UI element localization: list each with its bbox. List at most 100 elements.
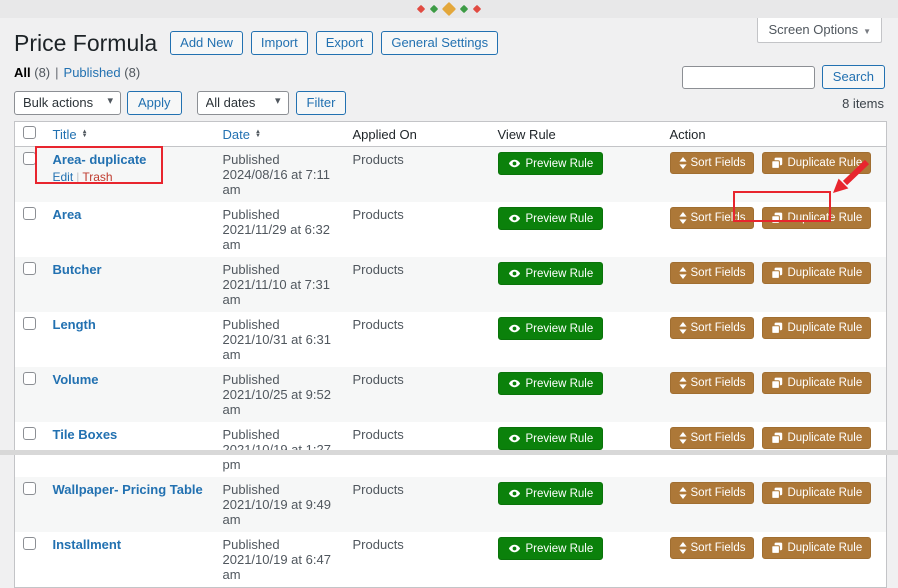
row-checkbox[interactable] — [23, 482, 36, 495]
publish-status: Published — [223, 207, 337, 222]
duplicate-rule-button[interactable]: Duplicate Rule — [762, 207, 871, 229]
date-cell: Published2021/10/31 at 6:31 am — [215, 312, 345, 367]
row-actions-separator: | — [76, 170, 79, 184]
row-actions: Edit|Trash — [53, 170, 207, 185]
rule-title-link[interactable]: Butcher — [53, 262, 102, 277]
gold-diamond-icon — [442, 2, 456, 16]
filter-published-link[interactable]: Published (8) — [64, 65, 141, 80]
row-checkbox[interactable] — [23, 537, 36, 550]
preview-rule-button[interactable]: Preview Rule — [498, 262, 604, 285]
select-all-checkbox[interactable] — [23, 126, 36, 139]
add-new-button[interactable]: Add New — [170, 31, 243, 55]
sort-icon — [679, 212, 687, 224]
bulk-actions-select[interactable]: Bulk actions — [14, 91, 121, 115]
preview-rule-button[interactable]: Preview Rule — [498, 317, 604, 340]
row-checkbox[interactable] — [23, 372, 36, 385]
row-checkbox[interactable] — [23, 262, 36, 275]
duplicate-icon — [771, 487, 783, 499]
window-top-strip — [0, 0, 898, 18]
preview-rule-button[interactable]: Preview Rule — [498, 152, 604, 175]
search-input[interactable] — [682, 66, 815, 89]
eye-icon — [508, 377, 521, 390]
publish-status: Published — [223, 317, 337, 332]
sort-fields-button[interactable]: Sort Fields — [670, 427, 755, 449]
sort-fields-button[interactable]: Sort Fields — [670, 207, 755, 229]
duplicate-rule-button[interactable]: Duplicate Rule — [762, 537, 871, 559]
table-row: AreaPublished2021/11/29 at 6:32 amProduc… — [15, 202, 887, 257]
import-button[interactable]: Import — [251, 31, 308, 55]
filter-button[interactable]: Filter — [296, 91, 347, 115]
sort-fields-button[interactable]: Sort Fields — [670, 152, 755, 174]
sort-fields-button[interactable]: Sort Fields — [670, 262, 755, 284]
row-checkbox[interactable] — [23, 152, 36, 165]
rule-title-link[interactable]: Volume — [53, 372, 99, 387]
rule-title-link[interactable]: Length — [53, 317, 96, 332]
publish-date: 2021/11/29 at 6:32 am — [223, 222, 337, 252]
preview-rule-button[interactable]: Preview Rule — [498, 427, 604, 450]
sort-fields-button[interactable]: Sort Fields — [670, 537, 755, 559]
rule-title-link[interactable]: Installment — [53, 537, 122, 552]
duplicate-icon — [771, 322, 783, 334]
duplicate-rule-button[interactable]: Duplicate Rule — [762, 317, 871, 339]
applied-on-cell: Products — [345, 477, 490, 532]
column-header-applied-on: Applied On — [345, 122, 490, 147]
row-checkbox[interactable] — [23, 317, 36, 330]
date-cell: Published2021/10/19 at 6:47 am — [215, 532, 345, 588]
row-checkbox[interactable] — [23, 207, 36, 220]
applied-on-cell: Products — [345, 312, 490, 367]
sort-by-title[interactable]: Title▲▼ — [53, 127, 88, 142]
sort-icon — [679, 322, 687, 334]
date-cell: Published2021/10/25 at 9:52 am — [215, 367, 345, 422]
duplicate-rule-button[interactable]: Duplicate Rule — [762, 152, 871, 174]
publish-status: Published — [223, 372, 337, 387]
search-button[interactable]: Search — [822, 65, 885, 89]
trash-link[interactable]: Trash — [82, 170, 112, 184]
duplicate-rule-button[interactable]: Duplicate Rule — [762, 262, 871, 284]
sort-fields-button[interactable]: Sort Fields — [670, 317, 755, 339]
bulk-actions-select-wrap: Bulk actions — [14, 91, 121, 115]
publish-date: 2021/10/31 at 6:31 am — [223, 332, 337, 362]
rule-title-link[interactable]: Area — [53, 207, 82, 222]
preview-rule-button[interactable]: Preview Rule — [498, 537, 604, 560]
sort-by-date[interactable]: Date▲▼ — [223, 127, 261, 142]
page-content: Price Formula Add New Import Export Gene… — [0, 18, 898, 588]
date-cell: Published2021/11/10 at 7:31 am — [215, 257, 345, 312]
sort-fields-button[interactable]: Sort Fields — [670, 482, 755, 504]
title-row: Price Formula Add New Import Export Gene… — [14, 28, 886, 58]
table-toolbar: Bulk actions Apply All dates Filter 8 it… — [14, 91, 886, 115]
sort-icon — [679, 487, 687, 499]
duplicate-icon — [771, 267, 783, 279]
export-button[interactable]: Export — [316, 31, 374, 55]
dates-select[interactable]: All dates — [197, 91, 289, 115]
table-row: Area- duplicate Edit|Trash Published2024/0… — [15, 147, 887, 203]
publish-status: Published — [223, 537, 337, 552]
sort-icon — [679, 157, 687, 169]
row-checkbox[interactable] — [23, 427, 36, 440]
publish-status: Published — [223, 262, 337, 277]
date-cell: Published2024/08/16 at 7:11 am — [215, 147, 345, 203]
apply-button[interactable]: Apply — [127, 91, 182, 115]
duplicate-rule-button[interactable]: Duplicate Rule — [762, 482, 871, 504]
preview-rule-button[interactable]: Preview Rule — [498, 372, 604, 395]
green-diamond-icon — [430, 5, 438, 13]
duplicate-rule-button[interactable]: Duplicate Rule — [762, 427, 871, 449]
window-bottom-edge — [0, 450, 898, 455]
date-cell: Published2021/10/19 at 9:49 am — [215, 477, 345, 532]
duplicate-icon — [771, 157, 783, 169]
edit-link[interactable]: Edit — [53, 170, 74, 184]
preview-rule-button[interactable]: Preview Rule — [498, 482, 604, 505]
preview-rule-button[interactable]: Preview Rule — [498, 207, 604, 230]
eye-icon — [508, 542, 521, 555]
eye-icon — [508, 157, 521, 170]
duplicate-rule-button[interactable]: Duplicate Rule — [762, 372, 871, 394]
sort-fields-button[interactable]: Sort Fields — [670, 372, 755, 394]
red-diamond-icon — [473, 5, 481, 13]
rule-title-link[interactable]: Tile Boxes — [53, 427, 118, 442]
eye-icon — [508, 322, 521, 335]
rule-title-link[interactable]: Wallpaper- Pricing Table — [53, 482, 203, 497]
general-settings-button[interactable]: General Settings — [381, 31, 498, 55]
applied-on-cell: Products — [345, 367, 490, 422]
table-row: ButcherPublished2021/11/10 at 7:31 amPro… — [15, 257, 887, 312]
filter-all-link[interactable]: All (8) — [14, 65, 50, 80]
rule-title-link[interactable]: Area- duplicate — [53, 152, 147, 167]
